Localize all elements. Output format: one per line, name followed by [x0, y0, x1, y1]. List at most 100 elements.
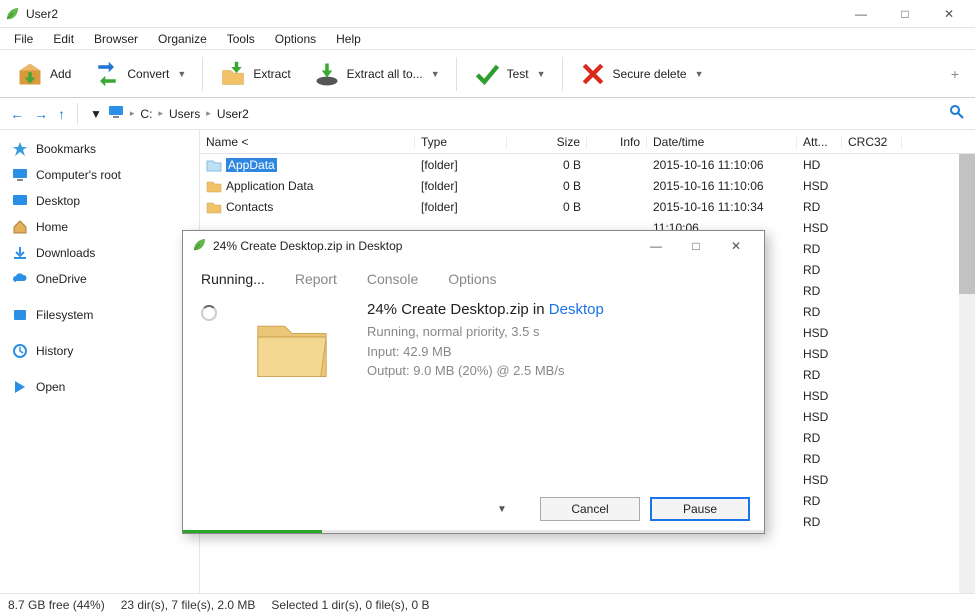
toolbar: Add Convert ▼ Extract Extract all to... …: [0, 50, 975, 98]
status-free: 8.7 GB free (44%): [8, 598, 105, 612]
sidebar-downloads[interactable]: Downloads: [0, 240, 199, 266]
app-leaf-icon: [191, 237, 207, 256]
progress-dialog: 24% Create Desktop.zip in Desktop — □ ✕ …: [182, 230, 765, 534]
nav-back-button[interactable]: ←: [10, 106, 24, 122]
dialog-maximize-button[interactable]: □: [676, 232, 716, 260]
pause-button[interactable]: Pause: [650, 497, 750, 521]
crumb-users[interactable]: Users: [169, 107, 200, 121]
sidebar-item-label: Filesystem: [36, 308, 93, 322]
progress-bar: [183, 530, 764, 533]
statusbar: 8.7 GB free (44%) 23 dir(s), 7 file(s), …: [0, 593, 975, 615]
dialog-titlebar: 24% Create Desktop.zip in Desktop — □ ✕: [183, 231, 764, 261]
menu-edit[interactable]: Edit: [45, 30, 82, 48]
sidebar-computers-root[interactable]: Computer's root: [0, 162, 199, 188]
chevron-down-icon[interactable]: ▼: [497, 504, 507, 515]
test-label: Test: [507, 67, 529, 81]
headline-text: 24% Create Desktop.zip in: [367, 301, 549, 318]
chevron-down-icon: ▼: [177, 69, 186, 79]
col-size[interactable]: Size: [507, 135, 587, 149]
col-name[interactable]: Name <: [200, 135, 415, 149]
search-icon[interactable]: [949, 104, 965, 123]
chevron-down-icon: ▼: [695, 69, 704, 79]
add-button[interactable]: Add: [10, 58, 77, 90]
col-crc[interactable]: CRC32: [842, 135, 902, 149]
extract-icon: [219, 60, 247, 88]
cancel-label: Cancel: [571, 502, 608, 516]
tab-options[interactable]: Options: [448, 271, 496, 287]
secure-delete-button[interactable]: Secure delete ▼: [573, 58, 710, 90]
nav-up-button[interactable]: ↑: [58, 106, 65, 122]
sidebar-home[interactable]: Home: [0, 214, 199, 240]
sidebar-history[interactable]: History: [0, 338, 199, 364]
sidebar-onedrive[interactable]: OneDrive: [0, 266, 199, 292]
menu-options[interactable]: Options: [267, 30, 324, 48]
col-date[interactable]: Date/time: [647, 135, 797, 149]
sidebar-bookmarks[interactable]: Bookmarks: [0, 136, 199, 162]
toolbar-separator: [562, 57, 563, 91]
menu-tools[interactable]: Tools: [219, 30, 263, 48]
x-delete-icon: [579, 60, 607, 88]
dialog-title: 24% Create Desktop.zip in Desktop: [213, 239, 630, 253]
dialog-minimize-button[interactable]: —: [636, 232, 676, 260]
col-type[interactable]: Type: [415, 135, 507, 149]
chevron-down-icon: ▼: [431, 69, 440, 79]
vertical-scrollbar[interactable]: [959, 154, 975, 593]
navbar: ← → ↑ ▼ ▸ C: ▸ Users ▸ User2: [0, 98, 975, 130]
sidebar: Bookmarks Computer's root Desktop Home D…: [0, 130, 200, 593]
col-info[interactable]: Info: [587, 135, 647, 149]
download-icon: [12, 245, 28, 261]
convert-label: Convert: [127, 67, 169, 81]
add-label: Add: [50, 67, 71, 81]
convert-icon: [93, 60, 121, 88]
dialog-sub2: Input: 42.9 MB: [367, 342, 604, 362]
dialog-close-button[interactable]: ✕: [716, 232, 756, 260]
col-att[interactable]: Att...: [797, 135, 842, 149]
menu-help[interactable]: Help: [328, 30, 369, 48]
toolbar-overflow-button[interactable]: +: [951, 66, 965, 82]
sidebar-item-label: OneDrive: [36, 272, 87, 286]
sidebar-filesystem[interactable]: Filesystem: [0, 302, 199, 328]
extract-button[interactable]: Extract: [213, 58, 296, 90]
nav-forward-button[interactable]: →: [34, 106, 48, 122]
sidebar-desktop[interactable]: Desktop: [0, 188, 199, 214]
minimize-button[interactable]: —: [839, 0, 883, 28]
headline-link[interactable]: Desktop: [549, 301, 604, 318]
cancel-button[interactable]: Cancel: [540, 497, 640, 521]
clock-icon: [12, 343, 28, 359]
star-icon: [12, 141, 28, 157]
table-row[interactable]: Contacts[folder]0 B2015-10-16 11:10:34RD: [200, 196, 975, 217]
extract-all-button[interactable]: Extract all to... ▼: [307, 58, 446, 90]
chevron-down-icon[interactable]: ▼: [90, 107, 102, 121]
tab-report[interactable]: Report: [295, 271, 337, 287]
dialog-footer: ▼ Cancel Pause: [183, 488, 764, 530]
sidebar-item-label: Home: [36, 220, 68, 234]
close-button[interactable]: ✕: [927, 0, 971, 28]
table-row[interactable]: Application Data[folder]0 B2015-10-16 11…: [200, 175, 975, 196]
secure-delete-label: Secure delete: [613, 67, 687, 81]
tab-running[interactable]: Running...: [201, 271, 265, 287]
crumb-user2[interactable]: User2: [217, 107, 249, 121]
filesystem-icon: [12, 307, 28, 323]
menu-organize[interactable]: Organize: [150, 30, 215, 48]
check-icon: [473, 60, 501, 88]
maximize-button[interactable]: □: [883, 0, 927, 28]
extract-all-icon: [313, 60, 341, 88]
tab-console[interactable]: Console: [367, 271, 418, 287]
test-button[interactable]: Test ▼: [467, 58, 552, 90]
breadcrumb[interactable]: ▼ ▸ C: ▸ Users ▸ User2: [90, 104, 941, 123]
file-name: Application Data: [226, 179, 313, 193]
status-selected: Selected 1 dir(s), 0 file(s), 0 B: [271, 598, 429, 612]
column-headers[interactable]: Name < Type Size Info Date/time Att... C…: [200, 130, 975, 154]
convert-button[interactable]: Convert ▼: [87, 58, 192, 90]
sidebar-item-label: Downloads: [36, 246, 95, 260]
menu-file[interactable]: File: [6, 30, 41, 48]
sidebar-item-label: Open: [36, 380, 65, 394]
menu-browser[interactable]: Browser: [86, 30, 146, 48]
crumb-c[interactable]: C:: [140, 107, 152, 121]
folder-icon: [206, 178, 222, 194]
spinner-icon: [201, 301, 217, 484]
sidebar-open[interactable]: Open: [0, 374, 199, 400]
sidebar-item-label: Desktop: [36, 194, 80, 208]
table-row[interactable]: AppData[folder]0 B2015-10-16 11:10:06HD: [200, 154, 975, 175]
status-dirs: 23 dir(s), 7 file(s), 2.0 MB: [121, 598, 256, 612]
